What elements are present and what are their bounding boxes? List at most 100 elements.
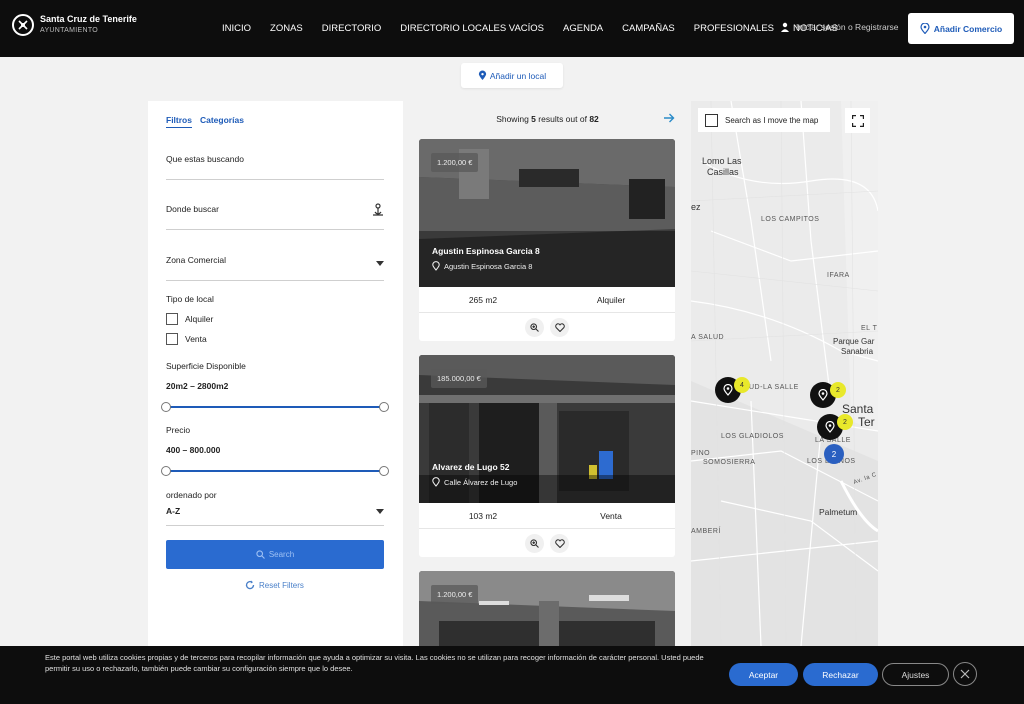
map-label: IFARA: [827, 272, 850, 279]
search-button[interactable]: Search: [166, 540, 384, 569]
slider-max-handle[interactable]: [379, 402, 389, 412]
listing-card[interactable]: 1.200,00 € Agustin Espinosa Garcia 8 Agu…: [419, 139, 675, 341]
sort-label: ordenado por: [166, 490, 217, 500]
price-label: Precio: [166, 425, 191, 435]
login-link[interactable]: Iniciar sesión o Registrarse: [780, 22, 899, 32]
map-panel[interactable]: Search as I move the map Lomo Las Casill…: [691, 101, 878, 646]
location-anchor-icon[interactable]: [372, 203, 384, 217]
zone-select[interactable]: Zona Comercial: [166, 255, 384, 281]
nav-zonas[interactable]: ZONAS: [270, 23, 303, 34]
map-label: Casillas: [707, 167, 739, 177]
tab-categorias[interactable]: Categorías: [200, 115, 244, 128]
cookie-accept-button[interactable]: Aceptar: [729, 663, 798, 686]
where-search-field[interactable]: Donde buscar: [166, 203, 384, 230]
what-search-field[interactable]: Que estas buscando: [166, 154, 384, 180]
search-as-move-toggle[interactable]: Search as I move the map: [698, 108, 830, 132]
listing-stats: 103 m2 Venta: [419, 503, 675, 529]
search-button-label: Search: [268, 550, 295, 559]
slider-max-handle[interactable]: [379, 466, 389, 476]
sort-select[interactable]: A-Z: [166, 506, 384, 526]
nav-agenda[interactable]: AGENDA: [563, 23, 603, 34]
refresh-icon: [245, 580, 255, 590]
zoom-in-icon[interactable]: [525, 533, 544, 553]
site-header: Santa Cruz de Tenerife AYUNTAMIENTO INIC…: [0, 0, 1024, 57]
map-cluster-count[interactable]: 4: [734, 377, 750, 393]
nav-directorio-locales-vacios[interactable]: DIRECTORIO LOCALES VACÍOS: [400, 23, 544, 34]
map-cluster-blue[interactable]: 2: [824, 444, 844, 464]
cookie-reject-button[interactable]: Rechazar: [803, 663, 878, 686]
filters-panel: Filtros Categorías Que estas buscando Do…: [148, 101, 403, 646]
map-label: LOS GLADIOLOS: [721, 433, 784, 440]
close-icon[interactable]: [953, 662, 977, 686]
listing-card[interactable]: 1.200,00 €: [419, 571, 675, 646]
chevron-down-icon: [376, 261, 384, 266]
map-label: Ter: [858, 415, 875, 429]
nav-inicio[interactable]: INICIO: [222, 23, 251, 34]
shield-logo-icon: [12, 14, 34, 36]
listing-photo[interactable]: 1.200,00 € Agustin Espinosa Garcia 8 Agu…: [419, 139, 675, 287]
price-slider[interactable]: [161, 466, 389, 476]
fullscreen-button[interactable]: [845, 108, 870, 133]
listing-stats: 265 m2 Alquiler: [419, 287, 675, 313]
checkbox-venta[interactable]: Venta: [166, 333, 207, 345]
zone-select-label: Zona Comercial: [166, 255, 226, 265]
checkbox-venta-label: Venta: [185, 334, 207, 344]
listing-photo[interactable]: 185.000,00 € Alvarez de Lugo 52 Calle Ál…: [419, 355, 675, 503]
map-label: SOMOSIERRA: [703, 459, 756, 466]
checkbox-box[interactable]: [166, 333, 178, 345]
heart-icon[interactable]: [550, 317, 569, 337]
map-label: PINO: [691, 450, 711, 457]
slider-min-handle[interactable]: [161, 466, 171, 476]
map-cluster-count[interactable]: 2: [830, 382, 846, 398]
cookie-settings-button[interactable]: Ajustes: [882, 663, 949, 686]
map-pin-icon: [825, 421, 835, 433]
logo-title: Santa Cruz de Tenerife: [40, 14, 137, 24]
map-cluster-count[interactable]: 2: [837, 414, 853, 430]
add-commerce-button[interactable]: Añadir Comercio: [908, 13, 1014, 44]
map-label: Parque Gar: [833, 337, 875, 346]
nav-directorio[interactable]: DIRECTORIO: [322, 23, 381, 34]
reset-filters-link[interactable]: Reset Filters: [245, 580, 304, 590]
add-local-button[interactable]: Añadir un local: [461, 63, 563, 88]
listing-card[interactable]: 185.000,00 € Alvarez de Lugo 52 Calle Ál…: [419, 355, 675, 557]
map-pin-icon: [818, 389, 828, 401]
checkbox-box[interactable]: [705, 113, 718, 127]
map-pin-icon: [920, 23, 930, 34]
type-label: Tipo de local: [166, 294, 214, 304]
slider-track: [166, 406, 384, 408]
map-label: ez: [691, 202, 701, 212]
listing-price: 1.200,00 €: [431, 585, 479, 604]
map-label: LOS CAMPITOS: [761, 216, 820, 223]
surface-slider[interactable]: [161, 402, 389, 412]
logo-subtitle: AYUNTAMIENTO: [40, 27, 99, 34]
site-logo[interactable]: Santa Cruz de Tenerife AYUNTAMIENTO: [12, 14, 137, 36]
results-panel: Showing 5 results out of 82 1.200,00 € A…: [404, 101, 691, 646]
listing-title: Agustin Espinosa Garcia 8: [432, 246, 540, 256]
checkbox-alquiler[interactable]: Alquiler: [166, 313, 213, 325]
listing-photo[interactable]: 1.200,00 €: [419, 571, 675, 646]
arrow-right-icon[interactable]: [664, 113, 675, 123]
add-local-label: Añadir un local: [489, 70, 547, 81]
results-prefix: Showing: [496, 114, 529, 124]
map-label: Lomo Las: [702, 156, 742, 166]
slider-min-handle[interactable]: [161, 402, 171, 412]
slider-track: [166, 470, 384, 472]
map-label: A SALUD: [691, 334, 725, 341]
zoom-in-icon[interactable]: [525, 317, 544, 337]
add-commerce-label: Añadir Comercio: [933, 23, 1003, 34]
tab-filtros[interactable]: Filtros: [166, 115, 192, 128]
map-pin-icon: [432, 477, 440, 487]
nav-campanas[interactable]: CAMPAÑAS: [622, 23, 675, 34]
surface-label: Superficie Disponible: [166, 361, 246, 371]
price-value: 400 – 800.000: [166, 445, 221, 455]
chevron-down-icon: [376, 509, 384, 514]
cookie-banner: Este portal web utiliza cookies propias …: [0, 646, 1024, 704]
listing-address: Agustin Espinosa Garcia 8: [432, 261, 532, 271]
map-background[interactable]: [691, 101, 878, 646]
nav-profesionales[interactable]: PROFESIONALES: [694, 23, 774, 34]
where-search-placeholder: Donde buscar: [166, 204, 219, 214]
heart-icon[interactable]: [550, 533, 569, 553]
listing-price: 185.000,00 €: [431, 369, 487, 388]
listing-area: 103 m2: [468, 510, 498, 521]
checkbox-box[interactable]: [166, 313, 178, 325]
